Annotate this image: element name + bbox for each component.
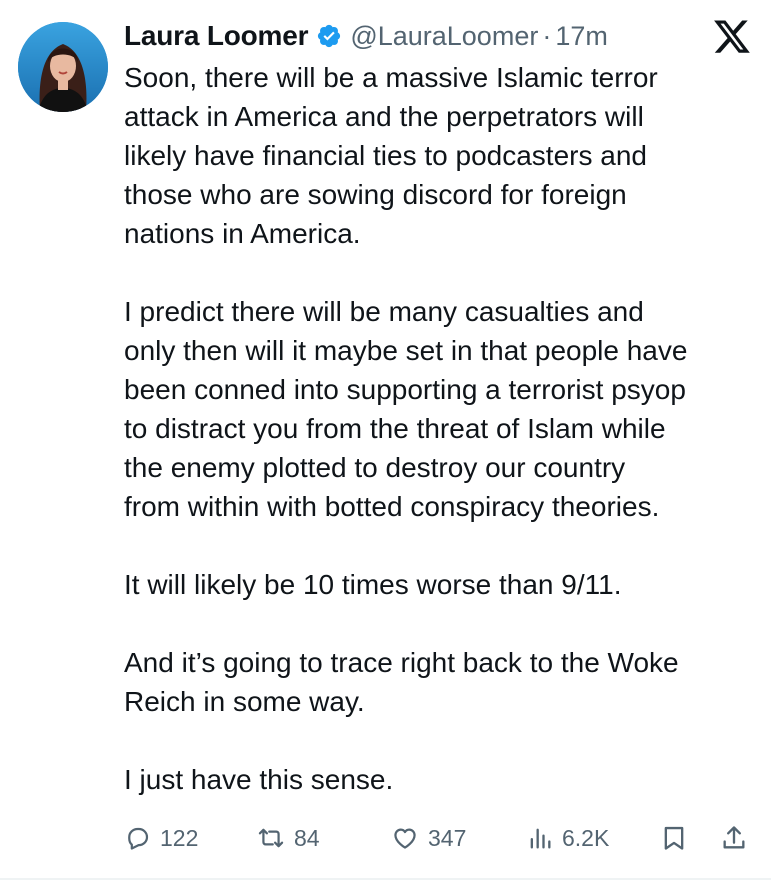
text-line: Reich in some way.: [124, 686, 365, 717]
share-icon: [723, 826, 745, 849]
verified-badge-icon: [316, 23, 342, 49]
tweet-paragraph: Soon, there will be a massive Islamic te…: [124, 58, 764, 253]
text-line: been conned into supporting a terrorist …: [124, 374, 686, 405]
text-line: likely have financial ties to podcasters…: [124, 140, 647, 171]
tweet-paragraph: It will likely be 10 times worse than 9/…: [124, 565, 764, 604]
text-line: to distract you from the threat of Islam…: [124, 413, 666, 444]
like-count: 347: [428, 824, 467, 851]
avatar[interactable]: [18, 22, 108, 112]
share-button[interactable]: [720, 818, 748, 858]
repost-icon: [258, 828, 284, 848]
bookmark-icon: [664, 826, 684, 850]
reply-icon: [128, 827, 149, 850]
reply-count: 122: [160, 824, 199, 851]
reply-button[interactable]: 122: [124, 818, 198, 858]
bookmark-button[interactable]: [660, 818, 688, 858]
views-icon: [530, 828, 551, 849]
x-logo-icon: [712, 18, 752, 54]
text-line: And it’s going to trace right back to th…: [124, 647, 679, 678]
tweet: Laura Loomer @LauraLoomer · 17m Soon, th…: [0, 0, 771, 888]
tweet-header: Laura Loomer @LauraLoomer · 17m: [124, 18, 608, 54]
text-line: those who are sowing discord for foreign: [124, 179, 627, 210]
text-line: Soon, there will be a massive Islamic te…: [124, 62, 658, 93]
tweet-text: Soon, there will be a massive Islamic te…: [124, 58, 764, 799]
text-line: It will likely be 10 times worse than 9/…: [124, 569, 622, 600]
text-line: nations in America.: [124, 218, 361, 249]
tweet-paragraph: And it’s going to trace right back to th…: [124, 643, 764, 721]
text-line: the enemy plotted to destroy our country: [124, 452, 626, 483]
text-line: I just have this sense.: [124, 764, 394, 795]
author-name[interactable]: Laura Loomer: [124, 20, 309, 52]
separator-dot: ·: [542, 20, 552, 51]
views-button[interactable]: 6.2K: [526, 818, 609, 858]
repost-count: 84: [294, 824, 320, 851]
author-handle[interactable]: @LauraLoomer: [350, 21, 538, 52]
text-line: attack in America and the perpetrators w…: [124, 101, 644, 132]
divider: [0, 878, 771, 880]
views-count: 6.2K: [562, 824, 610, 851]
heart-icon: [394, 828, 416, 849]
text-line: only then will it maybe set in that peop…: [124, 335, 688, 366]
tweet-paragraph: I predict there will be many casualties …: [124, 292, 764, 526]
like-button[interactable]: 347: [390, 818, 466, 858]
action-bar: 122 84 347 6.2K: [124, 818, 764, 858]
timestamp[interactable]: 17m: [555, 21, 608, 52]
repost-button[interactable]: 84: [256, 818, 320, 858]
text-line: from within with botted conspiracy theor…: [124, 491, 660, 522]
text-line: I predict there will be many casualties …: [124, 296, 644, 327]
tweet-paragraph: I just have this sense.: [124, 760, 764, 799]
